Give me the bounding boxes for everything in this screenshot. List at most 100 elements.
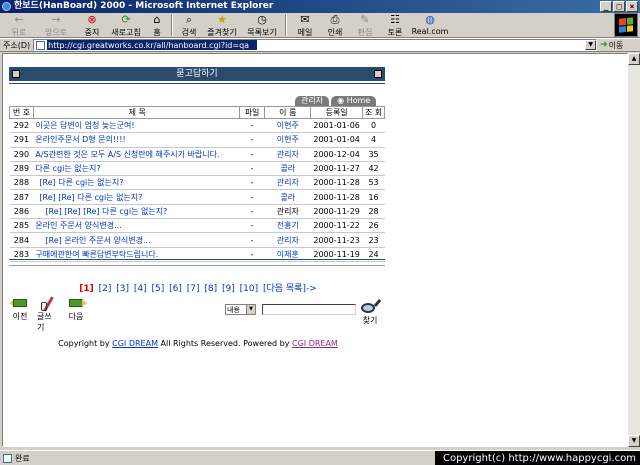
write-button[interactable]: 글쓰기: [37, 296, 59, 333]
row-file: -: [239, 189, 265, 205]
row-author[interactable]: 이현주: [264, 118, 311, 134]
url-input[interactable]: [47, 40, 258, 50]
row-date: 2000-11-28: [310, 175, 363, 191]
row-author[interactable]: 콜라: [264, 161, 311, 177]
scroll-up-icon[interactable]: ▲: [628, 53, 640, 65]
page-link[interactable]: [6]: [169, 284, 182, 294]
page-current[interactable]: [1]: [79, 284, 94, 294]
page-link[interactable]: [8]: [204, 284, 217, 294]
refresh-button[interactable]: ⟳ 새로고침: [106, 13, 146, 38]
page-link[interactable]: [9]: [222, 284, 235, 294]
copyright-overlay: Copyright(c) http://www.happycgi.com: [435, 451, 640, 465]
divider: [9, 265, 385, 266]
row-date: 2000-11-22: [310, 218, 363, 234]
real-com-button[interactable]: ◍ Real.com: [410, 13, 450, 38]
close-button[interactable]: ×: [626, 1, 638, 12]
discuss-icon: ☷: [390, 13, 400, 26]
page-link[interactable]: [2]: [99, 284, 112, 294]
row-author[interactable]: 관리자: [264, 147, 311, 162]
edit-icon: ✎: [360, 13, 370, 26]
row-author[interactable]: 관리자: [264, 232, 311, 248]
row-title-link[interactable]: [Re] [Re] [Re] 다른 cgi는 없는지?: [33, 204, 240, 220]
col-date: 등록일: [310, 106, 364, 119]
print-button[interactable]: ⎙ 인쇄: [320, 13, 350, 38]
row-title-link[interactable]: 온라인주문서 D형 문의!!!!: [33, 132, 240, 148]
toolbar-separator: [171, 14, 173, 36]
row-title-link[interactable]: 이곳은 답변이 엄청 늦는군여!: [33, 118, 240, 134]
table-row: 286 [Re] [Re] [Re] 다른 cgi는 없는지? - 관리자 2000-1…: [9, 204, 385, 220]
row-author[interactable]: 관리자: [264, 175, 311, 191]
cgi-dream-link[interactable]: CGI DREAM: [112, 339, 158, 348]
table-header-row: 번 호 제 목 파일 이 름 등록일 조 회: [9, 106, 385, 119]
row-title-link[interactable]: [Re] 온라인 주문서 양식변경...: [33, 232, 240, 248]
forward-button[interactable]: → 앞으로: [34, 13, 78, 38]
row-title-link[interactable]: [Re] 다른 cgi는 없는지?: [33, 175, 240, 191]
favorites-button[interactable]: ★ 즐겨찾기: [202, 13, 242, 38]
col-title: 제 목: [32, 106, 240, 119]
search-field-select[interactable]: 내용 ▼: [225, 304, 256, 315]
row-file: -: [239, 204, 265, 220]
row-title-link[interactable]: 온라인 주문서 양식변경...: [33, 218, 240, 234]
vertical-scrollbar[interactable]: ▲ ▼: [628, 53, 640, 447]
mail-button[interactable]: ✉ 메일: [290, 13, 320, 38]
row-hits: 4: [362, 132, 385, 148]
row-title-link[interactable]: 다른 cgi는 없는지?: [33, 161, 240, 177]
row-number: 291: [9, 132, 34, 148]
row-date: 2000-11-23: [310, 232, 363, 248]
go-arrow-icon: ➔: [600, 40, 608, 50]
minimize-button[interactable]: _: [600, 1, 612, 12]
board-nav: 이전 글쓰기 다음: [9, 296, 87, 333]
row-date: 2000-11-27: [310, 161, 363, 177]
maximize-button[interactable]: □: [613, 1, 625, 12]
row-file: -: [239, 232, 265, 248]
mail-icon: ✉: [300, 13, 310, 26]
scroll-down-icon[interactable]: ▼: [628, 435, 640, 447]
search-area: 내용 ▼: [225, 304, 356, 315]
row-author[interactable]: 이현주: [264, 132, 311, 148]
forward-arrow-icon: →: [51, 13, 61, 26]
search-button[interactable]: ⌕ 검색: [176, 13, 202, 38]
next-list-link[interactable]: [다음 목록]->: [263, 284, 317, 294]
page-icon: [36, 40, 46, 50]
row-title-link[interactable]: [Re] [Re] 다른 cgi는 없는지?: [33, 189, 240, 205]
row-author[interactable]: 콜라: [264, 189, 311, 205]
back-button[interactable]: ← 뒤로: [4, 13, 34, 38]
row-hits: 28: [362, 204, 385, 220]
row-number: 288: [9, 175, 34, 191]
windows-logo-icon: [614, 13, 638, 37]
row-date: 2000-11-28: [310, 189, 363, 205]
page-link[interactable]: [5]: [151, 284, 164, 294]
go-button[interactable]: ➔ 이동: [600, 40, 623, 51]
row-hits: 53: [362, 175, 385, 191]
edit-button[interactable]: ✎ 편집: [350, 13, 380, 38]
tab-admin[interactable]: 관리자: [295, 96, 330, 106]
prev-button[interactable]: 이전: [9, 296, 31, 333]
page-link[interactable]: [3]: [116, 284, 129, 294]
magnifier-icon: [361, 298, 382, 315]
stop-button[interactable]: ⊗ 중지: [78, 13, 106, 38]
discuss-button[interactable]: ☷ 토론: [380, 13, 410, 38]
cgi-dream-link[interactable]: CGI DREAM: [292, 339, 338, 348]
board-title: 묻고답하기: [176, 69, 218, 79]
row-number: 290: [9, 147, 34, 162]
address-field[interactable]: ▼: [33, 39, 598, 51]
back-arrow-icon: ←: [14, 13, 24, 26]
find-button[interactable]: 찾기: [361, 298, 382, 326]
row-title-link[interactable]: A/S관련한 것은 모두 A/S 신청란에 해주시기 바랍니다.: [33, 147, 240, 162]
pencil-left-icon: [9, 299, 31, 307]
page-link[interactable]: [7]: [187, 284, 200, 294]
row-hits: 0: [362, 118, 385, 134]
row-number: 286: [9, 204, 34, 220]
page-link[interactable]: [4]: [134, 284, 147, 294]
board-header-icon: [12, 70, 20, 78]
home-icon: ⌂: [153, 13, 161, 26]
tab-home[interactable]: ◉ Home: [331, 96, 377, 106]
address-dropdown-icon[interactable]: ▼: [585, 40, 597, 50]
page-link[interactable]: [10]: [240, 284, 258, 294]
home-button[interactable]: ⌂ 홈: [146, 13, 168, 38]
history-button[interactable]: ◷ 목록보기: [242, 13, 282, 38]
row-author[interactable]: 전홍기: [264, 218, 311, 234]
row-date: 2000-12-04: [310, 147, 363, 162]
search-input[interactable]: [262, 304, 356, 315]
next-button[interactable]: 다음: [65, 296, 87, 333]
